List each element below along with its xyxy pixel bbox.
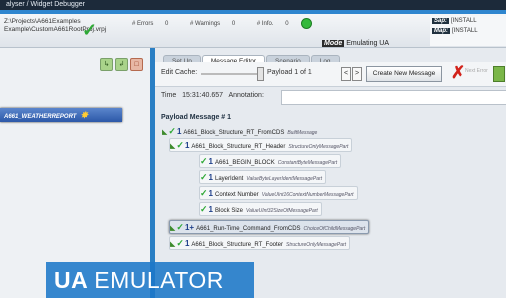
mode-indicator: Mode Emulating UA [322,40,389,47]
info-count: 0 [285,21,289,28]
warnings-count: 0 [231,21,236,28]
map-line: Map: [INSTALL [430,26,506,36]
check-icon: ✓ [200,156,208,166]
banner-rest: EMULATOR [94,267,224,293]
one-icon: 1 [208,189,213,198]
one-plus-icon: 1+ [184,223,195,232]
tree-row[interactable]: ◣✓1 A661_Block_Structure_RT_Footer Structu… [169,236,351,250]
payload-message-title: Payload Message # 1 [161,114,232,121]
sap-value: [INSTALL [451,18,477,24]
one-icon: 1 [208,173,213,182]
time-value: 15:31:40.657 [182,92,224,99]
status-counters: # Errors 0 # Warnings 0 # Info. 0 [132,18,332,29]
warnings-counter[interactable]: # Warnings 0 [190,21,245,27]
check-icon: ✓ [200,204,208,214]
tree-row-name: A661_Block_Structure_RT_Footer [191,242,283,248]
tree-row-name: Block Size [215,208,244,214]
tree-row-type: ValueUInt16ContextNumberMessagePart [261,192,354,198]
tree-row-selected[interactable]: ◣✓1+ A661_Run-Time_Command_FromCDS ChoiceO… [169,220,370,234]
message-editor-pane: Set UpMessage EditorScenarioLog Edit Cac… [155,48,506,298]
window-title: alyser / Widget Debugger [6,1,85,8]
sap-label: Sap: [432,18,450,24]
clear-icon[interactable]: □ [130,58,143,71]
one-icon: 1 [176,127,182,136]
ua-emulator-screenshot: alyser / Widget Debugger Z:\Projects\A66… [0,0,506,298]
map-value: [INSTALL [452,28,478,34]
one-icon: 1 [184,239,190,248]
annotation-input[interactable] [281,90,506,105]
collapse-icon[interactable]: ↲ [115,58,128,71]
edit-cache-label: Edit Cache: [161,69,198,76]
tree-row-type: StructureOnlyMessagePart [288,144,349,150]
mode-label: Mode [322,40,345,47]
burst-icon: ✸ [80,110,89,120]
tree-row-type: ValueByteLayerIdentMessagePart [246,176,323,182]
tree-row-type: BuiltMessage [287,130,318,136]
tree-row[interactable]: ✓1 Context Number ValueUInt16ContextNumber… [199,186,358,200]
one-icon: 1 [208,157,213,166]
tree-row[interactable]: ✓1 LayerIdent ValueByteLayerIdentMessagePa… [199,170,327,184]
expand-arrow-icon: ◣ [162,129,168,136]
tree-row-name: A661_Block_Structure_RT_Header [191,144,286,150]
tree-row[interactable]: ◣✓1 A661_Block_Structure_RT_FromCDS BuiltM… [161,124,321,138]
delete-icon[interactable]: ✗ [451,64,465,82]
tree-row[interactable]: ◣✓1 A661_Block_Structure_RT_Header Structu… [169,138,353,152]
one-icon: 1 [184,141,190,150]
cache-slider-track[interactable] [201,73,261,75]
info-label: # Info. [256,21,274,28]
expand-arrow-icon: ◣ [170,241,176,248]
annotation-label: Annotation: [228,92,264,99]
next-error-button[interactable]: Next Error [465,68,488,74]
tree-row-type: StructureOnlyMessagePart [286,242,347,248]
warnings-label: # Warnings [190,21,221,28]
tree-row-name: LayerIdent [215,176,244,182]
tree-row-name: A661_BEGIN_BLOCK [215,160,275,166]
one-icon: 1 [208,205,213,214]
time-label: Time [161,92,177,99]
create-new-message-button[interactable]: Create New Message [366,66,442,82]
check-icon: ✓ [200,188,208,198]
edit-cache-toolbar: Edit Cache: Payload 1 of 1 < > Create Ne… [155,62,506,87]
cache-slider-thumb[interactable] [257,67,264,81]
window-title-bar: alyser / Widget Debugger [0,0,506,10]
tree-row-type: ChoiceOfChildMessagePart [303,226,366,232]
map-label: Map: [432,28,450,34]
tab-bar: Set UpMessage EditorScenarioLog [163,50,341,68]
sap-map-box: Sap: [INSTALL Map: [INSTALL [430,16,506,46]
expand-arrow-icon: ◣ [170,143,176,150]
tree-item-weatherreport[interactable]: A661_WEATHERREPORT ✸ [0,108,122,122]
export-icon[interactable] [493,66,505,82]
tree-row-type: ConstantByteMessagePart [277,160,338,166]
check-icon: ✓ [176,222,184,232]
status-ok-icon [300,18,312,29]
banner-bold: UA [54,267,89,293]
check-icon: ✓ [200,172,208,182]
errors-count: 0 [165,21,169,28]
tree-row[interactable]: ✓1 A661_BEGIN_BLOCK ConstantByteMessagePar… [199,154,342,168]
tree-row-name: A661_Run-Time_Command_FromCDS [196,226,301,232]
check-icon: ✓ [168,126,176,136]
expand-arrow-icon: ◣ [170,225,176,232]
ua-emulator-banner: UA EMULATOR [46,262,254,298]
next-payload-button[interactable]: > [352,67,362,81]
tree-item-label: A661_WEATHERREPORT [4,114,77,120]
left-toolbar: ↳ ↲ □ [100,53,145,71]
errors-counter[interactable]: # Errors 0 [132,21,178,27]
time-annotation-row: Time 15:31:40.657 Annotation: [161,92,264,99]
errors-label: # Errors [132,21,154,28]
tree-row-name: Context Number [215,192,259,198]
mode-value: Emulating UA [346,40,390,47]
widget-tree-pane: ↳ ↲ □ A661_WEATHERREPORT ✸ [0,48,150,298]
valid-check-icon: ✓ [82,20,98,40]
check-icon: ✓ [176,238,184,248]
payload-counter: Payload 1 of 1 [267,69,312,76]
tree-row-type: ValueUInt32SizeOfMessagePart [246,208,318,214]
tree-row-name: A661_Block_Structure_RT_FromCDS [183,130,285,136]
tree-row[interactable]: ✓1 Block Size ValueUInt32SizeOfMessagePart [199,202,322,216]
sap-line: Sap: [INSTALL [430,16,506,26]
expand-icon[interactable]: ↳ [100,58,113,71]
info-counter[interactable]: # Info. 0 [256,18,322,29]
check-icon: ✓ [176,140,184,150]
prev-payload-button[interactable]: < [341,67,351,81]
